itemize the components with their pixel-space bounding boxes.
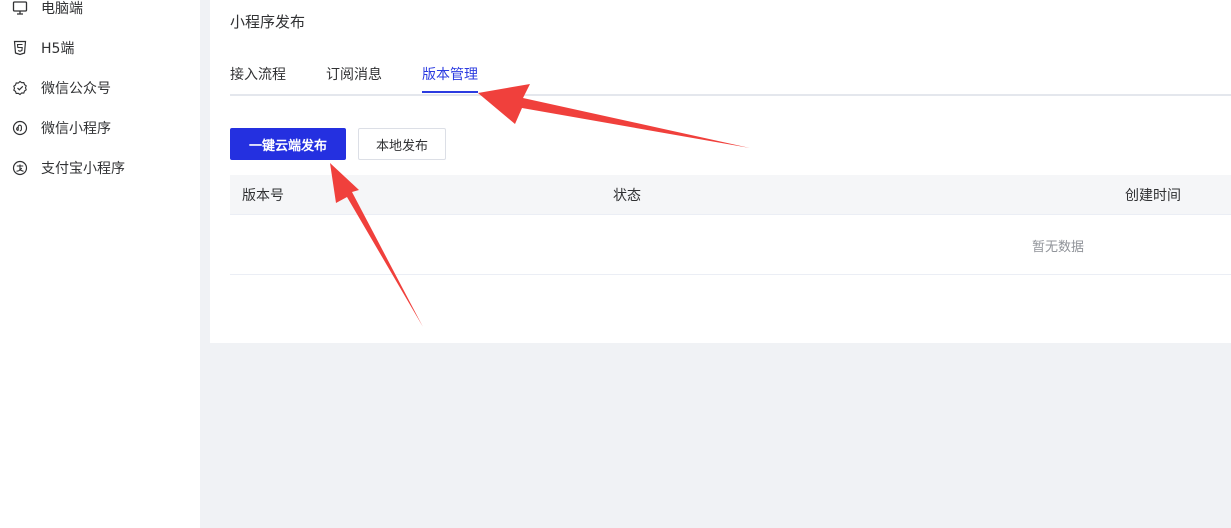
tab-access-flow[interactable]: 接入流程 [230, 64, 286, 84]
tab-bar: 接入流程 订阅消息 版本管理 [230, 60, 1231, 96]
local-publish-button[interactable]: 本地发布 [358, 128, 446, 160]
tab-version-management[interactable]: 版本管理 [422, 64, 478, 84]
sidebar-item-label: 电脑端 [41, 1, 83, 17]
sidebar-item-wechat-miniprogram[interactable]: 微信小程序 [12, 116, 111, 140]
sidebar-item-h5[interactable]: H5端 [12, 36, 74, 60]
column-header-status: 状态 [613, 188, 641, 204]
sidebar-item-alipay-miniprogram[interactable]: 支付宝小程序 [12, 156, 125, 180]
column-header-created-time: 创建时间 [1125, 188, 1181, 204]
sidebar-item-pc[interactable]: 电脑端 [12, 0, 83, 20]
active-tab-indicator [422, 91, 478, 93]
tab-subscription-messages[interactable]: 订阅消息 [326, 64, 382, 84]
sidebar-item-label: 支付宝小程序 [41, 161, 125, 177]
table-body: 暂无数据 [230, 215, 1231, 275]
cloud-publish-button[interactable]: 一键云端发布 [230, 128, 346, 160]
html5-icon [12, 40, 28, 56]
sidebar-item-label: 微信公众号 [41, 81, 111, 97]
sidebar-item-label: 微信小程序 [41, 121, 111, 137]
sidebar-item-wechat-official[interactable]: 微信公众号 [12, 76, 111, 100]
alipay-miniprogram-icon [12, 160, 28, 176]
sidebar: 电脑端 H5端 微信公众号 微信小程序 支付宝小程序 [0, 0, 200, 528]
main-panel: 小程序发布 接入流程 订阅消息 版本管理 一键云端发布 本地发布 版本号 状态 … [210, 0, 1231, 343]
column-header-version: 版本号 [242, 188, 284, 204]
monitor-icon [12, 0, 28, 16]
table-header: 版本号 状态 创建时间 [230, 175, 1231, 215]
page-title: 小程序发布 [230, 13, 306, 31]
wechat-official-icon [12, 80, 28, 96]
empty-state-text: 暂无数据 [1032, 240, 1085, 255]
wechat-miniprogram-icon [12, 120, 28, 136]
sidebar-item-label: H5端 [41, 41, 75, 57]
